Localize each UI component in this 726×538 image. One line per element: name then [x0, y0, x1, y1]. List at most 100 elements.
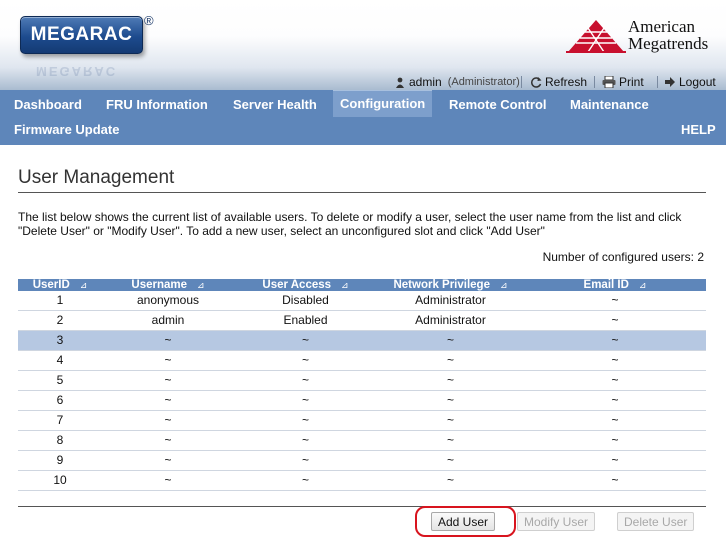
- table-cell: admin: [151, 313, 185, 327]
- table-cell: ~: [446, 373, 454, 387]
- col-header-email-id[interactable]: Email ID ⊿: [524, 279, 706, 291]
- delete-user-button[interactable]: Delete User: [617, 512, 695, 531]
- table-cell: ~: [164, 473, 172, 487]
- table-cell: ~: [164, 413, 172, 427]
- footer-divider: [18, 506, 706, 507]
- table-cell: ~: [611, 413, 619, 427]
- table-cell: ~: [164, 433, 172, 447]
- modify-user-button[interactable]: Modify User: [517, 512, 596, 531]
- table-cell: ~: [446, 353, 454, 367]
- table-cell: ~: [446, 453, 454, 467]
- table-row[interactable]: 2 admin Enabled Administrator ~: [18, 311, 706, 331]
- table-row[interactable]: 4 ~ ~ ~ ~: [18, 351, 706, 371]
- table-cell: 7: [56, 413, 64, 427]
- nav-maintenance[interactable]: Maintenance: [570, 93, 649, 119]
- table-cell: 4: [56, 353, 64, 367]
- table-cell: ~: [301, 433, 309, 447]
- table-cell: 10: [53, 473, 67, 487]
- table-row[interactable]: 8 ~ ~ ~ ~: [18, 431, 706, 451]
- page-description: The list below shows the current list of…: [18, 210, 682, 238]
- table-cell: 2: [56, 313, 64, 327]
- table-cell: ~: [164, 373, 172, 387]
- user-bar: admin (Administrator) Refresh Print Logo…: [0, 74, 726, 90]
- table-cell: ~: [611, 313, 619, 327]
- sort-icon: ⊿: [341, 280, 349, 290]
- table-cell: ~: [164, 353, 172, 367]
- megarac-logo: MEGARAC: [20, 16, 143, 54]
- table-row[interactable]: 9 ~ ~ ~ ~: [18, 451, 706, 471]
- table-cell: ~: [301, 333, 309, 347]
- vendor-name: American Megatrends: [628, 17, 709, 53]
- logout-link[interactable]: Logout: [664, 75, 716, 89]
- table-cell: 9: [56, 453, 64, 467]
- ami-logo-icon: [566, 20, 626, 53]
- table-cell: ~: [301, 413, 309, 427]
- table-cell: ~: [611, 453, 619, 467]
- table-cell: ~: [164, 393, 172, 407]
- table-cell: ~: [446, 333, 454, 347]
- col-header-userid[interactable]: UserID ⊿: [18, 279, 102, 291]
- table-cell: ~: [611, 433, 619, 447]
- col-header-network-privilege[interactable]: Network Privilege ⊿: [377, 279, 524, 291]
- table-header: UserID ⊿ Username ⊿ User Access ⊿ Network P…: [18, 279, 706, 291]
- sort-icon: ⊿: [197, 280, 205, 290]
- col-header-user-access[interactable]: User Access ⊿: [234, 279, 377, 291]
- table-row[interactable]: 3 ~ ~ ~ ~: [18, 331, 706, 351]
- nav-server-health[interactable]: Server Health: [233, 93, 317, 119]
- table-cell: ~: [446, 393, 454, 407]
- separator: [521, 76, 522, 88]
- table-cell: 8: [56, 433, 64, 447]
- nav-firmware-update[interactable]: Firmware Update: [14, 118, 119, 144]
- nav-fru-information[interactable]: FRU Information: [106, 93, 208, 119]
- table-cell: ~: [446, 433, 454, 447]
- table-cell: 6: [56, 393, 64, 407]
- nav-remote-control[interactable]: Remote Control: [449, 93, 547, 119]
- table-cell: Administrator: [415, 293, 486, 307]
- table-cell: ~: [611, 373, 619, 387]
- table-cell: ~: [611, 393, 619, 407]
- table-cell: anonymous: [136, 293, 200, 307]
- table-cell: ~: [164, 453, 172, 467]
- table-row[interactable]: 1 anonymous Disabled Administrator ~: [18, 291, 706, 311]
- table-cell: 5: [56, 373, 64, 387]
- add-user-button[interactable]: Add User: [431, 512, 496, 531]
- refresh-link[interactable]: Refresh: [530, 75, 587, 89]
- table-cell: ~: [446, 413, 454, 427]
- sort-icon: ⊿: [638, 280, 647, 290]
- sort-icon: ⊿: [499, 280, 508, 290]
- nav-help[interactable]: HELP: [681, 118, 716, 144]
- separator: [594, 76, 595, 88]
- title-divider: [18, 192, 706, 193]
- configured-users-count: Number of configured users: 2: [542, 250, 704, 264]
- table-cell: ~: [611, 293, 619, 307]
- table-row[interactable]: 5 ~ ~ ~ ~: [18, 371, 706, 391]
- table-row[interactable]: 7 ~ ~ ~ ~: [18, 411, 706, 431]
- page-title: User Management: [18, 167, 175, 188]
- nav-dashboard[interactable]: Dashboard: [14, 93, 82, 119]
- print-icon: [602, 76, 616, 88]
- separator: [657, 76, 658, 88]
- table-cell: ~: [164, 333, 172, 347]
- table-cell: ~: [301, 373, 309, 387]
- logout-icon: [665, 77, 675, 87]
- header-banner: MEGARAC ® MEGARAC American Megatrends ad…: [0, 0, 726, 90]
- table-cell: ~: [611, 353, 619, 367]
- user-icon: [396, 77, 404, 88]
- print-link[interactable]: Print: [602, 75, 644, 89]
- table-cell: Disabled: [282, 293, 329, 307]
- table-row[interactable]: 6 ~ ~ ~ ~: [18, 391, 706, 411]
- table-cell: Administrator: [415, 313, 486, 327]
- table-cell: ~: [301, 473, 309, 487]
- table-cell: ~: [611, 333, 619, 347]
- main-nav: Dashboard FRU Information Server Health …: [0, 90, 726, 145]
- table-body: 1 anonymous Disabled Administrator ~2 admin En…: [18, 291, 706, 491]
- table-cell: 1: [56, 293, 64, 307]
- sort-icon: ⊿: [79, 280, 88, 290]
- table-cell: ~: [301, 453, 309, 467]
- refresh-icon: [531, 77, 542, 88]
- table-row[interactable]: 10 ~ ~ ~ ~: [18, 471, 706, 491]
- table-cell: ~: [301, 353, 309, 367]
- table-cell: ~: [446, 473, 454, 487]
- nav-configuration[interactable]: Configuration: [333, 90, 433, 117]
- col-header-username[interactable]: Username ⊿: [102, 279, 234, 291]
